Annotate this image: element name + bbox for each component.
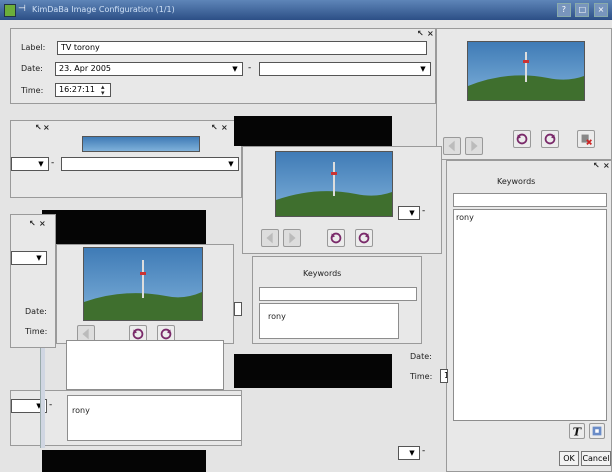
previous-button[interactable] [443,137,461,155]
help-button[interactable]: ? [556,3,571,17]
dock-close-icon[interactable]: × [603,161,610,170]
chevron-down-icon[interactable]: ▼ [226,159,236,169]
keyword-search-input[interactable] [259,287,417,301]
keywords-title: Keywords [303,269,342,278]
date-caption-frag: Date: [25,307,47,316]
dup-combo-d[interactable] [234,302,242,316]
black-block-3 [234,354,392,388]
time-caption-frag: Time: [25,327,48,336]
keyword-item[interactable]: rony [268,312,286,321]
rotate-right-icon[interactable] [541,130,559,148]
next-button[interactable] [465,137,483,155]
date-from-value: 23. Apr 2005 [59,64,112,73]
window-titlebar[interactable]: ⊣ KimDaBa Image Configuration (1/1) ? □ … [0,0,612,20]
keyword-list[interactable]: rony [453,209,607,421]
config-icon[interactable] [589,423,605,439]
previous-button[interactable] [261,229,279,247]
dup-combo-f[interactable]: ▼ [398,446,420,460]
black-block-1 [234,116,392,146]
label-caption: Label: [21,43,46,52]
black-block-2 [42,210,206,244]
rotate-left-icon[interactable] [327,229,345,247]
dock-close-icon[interactable]: × [427,29,434,38]
chevron-down-icon[interactable]: ▼ [418,64,428,74]
dup-combo-a[interactable]: ▼ [11,157,49,171]
dup-panel-a: ↖ × ↖ × ▼ - ▼ [10,120,242,198]
dup-separator: - [49,400,53,410]
center-image [275,151,393,217]
date-to-combo[interactable]: ▼ [259,62,431,76]
dock-pin-icon[interactable]: ↖ [35,123,42,132]
dup-white-block [66,340,224,390]
dup-preview-top [82,136,200,152]
time-caption: Time: [21,86,44,95]
date-caption-frag: Date: [410,352,432,361]
date-separator: - [248,63,252,73]
dup-separator: - [422,206,426,216]
dup-combo-e[interactable]: ▼ [398,206,420,220]
dup-keywords-center: Keywords rony [252,256,422,344]
chevron-down-icon[interactable]: ▼ [230,64,240,74]
dup-combo-c[interactable]: ▼ [11,251,47,265]
ok-button[interactable]: OK [559,451,579,466]
dock-close-icon[interactable]: × [221,123,228,132]
rotate-left-icon[interactable] [513,130,531,148]
image-preview-dock: Date: Time: [436,28,612,160]
close-window-button[interactable]: × [594,3,608,17]
keyword-item[interactable]: rony [456,213,474,222]
date-from-combo[interactable]: 23. Apr 2005 ▼ [55,62,243,76]
time-clip-field[interactable]: 16 [440,369,448,383]
keywords-dock: ↖ × Keywords rony T OK Cancel [446,160,612,472]
keyword-item[interactable]: rony [72,406,90,415]
dock-pin-icon[interactable]: ↖ [417,29,424,38]
spin-arrows-icon[interactable]: ▴ ▾ [101,84,105,97]
keyword-search-input[interactable] [453,193,607,207]
preview-image [467,41,585,101]
dock-pin-icon[interactable]: ↖ [211,123,218,132]
svg-text:T: T [573,424,583,438]
chevron-down-icon[interactable]: ▼ [36,159,46,169]
window-controls: ? □ × [555,3,608,17]
dup-combo-b[interactable]: ▼ [61,157,239,171]
rotate-right-icon[interactable] [355,229,373,247]
delete-image-icon[interactable] [577,130,595,148]
scroll-strip [40,348,45,448]
chevron-down-icon[interactable]: ▼ [407,208,417,218]
chevron-down-icon[interactable]: ▼ [407,448,417,458]
dup-separator: - [51,158,55,168]
keywords-title: Keywords [497,177,536,186]
keyword-list[interactable]: rony [67,395,241,441]
chevron-down-icon[interactable]: ▼ [34,253,44,263]
dock-pin-icon[interactable]: ↖ [29,219,36,228]
window-title: KimDaBa Image Configuration (1/1) [32,5,175,14]
next-button[interactable] [283,229,301,247]
dup-preview-center: Date: Time: [242,146,442,254]
dock-close-icon[interactable]: × [43,123,50,132]
date-caption: Date: [21,64,43,73]
maximize-button[interactable]: □ [575,3,590,17]
label-input[interactable]: TV torony [57,41,427,55]
time-caption-frag: Time: [410,372,433,381]
dock-close-icon[interactable]: × [39,219,46,228]
pin-icon[interactable]: ⊣ [18,4,26,14]
dup-left-strip: ↖ × ▼ Date: Time: [10,214,56,348]
text-format-icon[interactable]: T [569,423,585,439]
cancel-button[interactable]: Cancel [581,451,611,466]
dup-separator: - [422,446,426,456]
keyword-list[interactable]: rony [259,303,399,339]
dock-pin-icon[interactable]: ↖ [593,161,600,170]
info-dock: ↖ × Label: TV torony Date: 23. Apr 2005 … [10,28,436,104]
black-block-4 [42,450,206,472]
dup-preview-left [56,244,234,344]
left-image [83,247,203,321]
app-icon [4,4,16,17]
